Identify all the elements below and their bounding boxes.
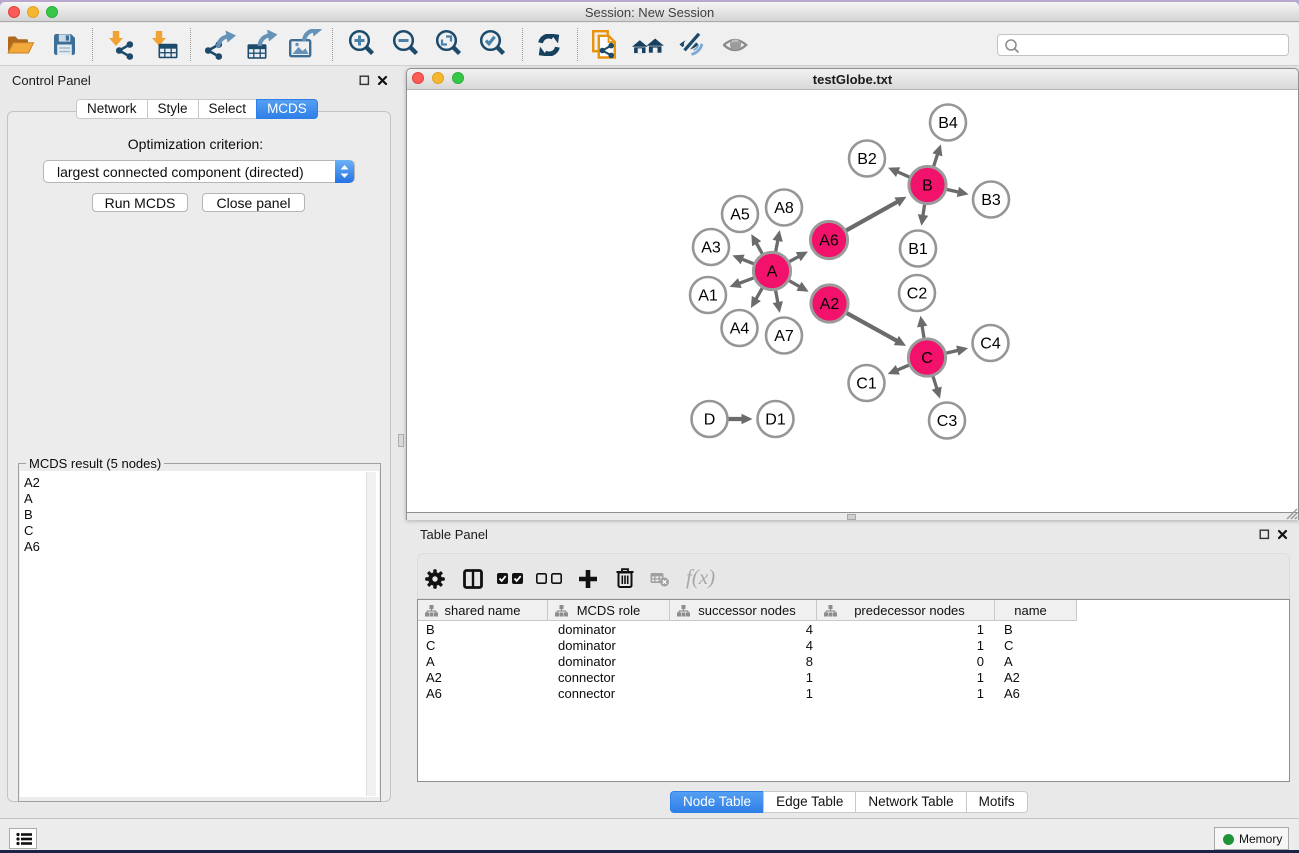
svg-text:A8: A8 [774,200,794,217]
svg-text:A3: A3 [701,240,721,257]
svg-text:A4: A4 [730,321,750,338]
svg-text:C3: C3 [937,413,958,430]
svg-text:D1: D1 [765,412,786,429]
svg-text:C: C [921,350,933,367]
svg-text:D: D [704,412,716,429]
svg-text:C2: C2 [907,286,928,303]
svg-text:B3: B3 [981,192,1001,209]
svg-text:B4: B4 [938,115,958,132]
svg-text:A6: A6 [819,233,839,250]
svg-text:B1: B1 [908,241,928,258]
svg-text:A1: A1 [698,288,718,305]
svg-text:B2: B2 [857,151,877,168]
svg-text:C4: C4 [980,336,1001,353]
svg-text:A: A [767,264,778,281]
svg-text:A5: A5 [730,207,750,224]
svg-text:A7: A7 [774,328,794,345]
svg-text:C1: C1 [856,376,877,393]
svg-text:A2: A2 [820,296,840,313]
svg-text:B: B [922,178,933,195]
